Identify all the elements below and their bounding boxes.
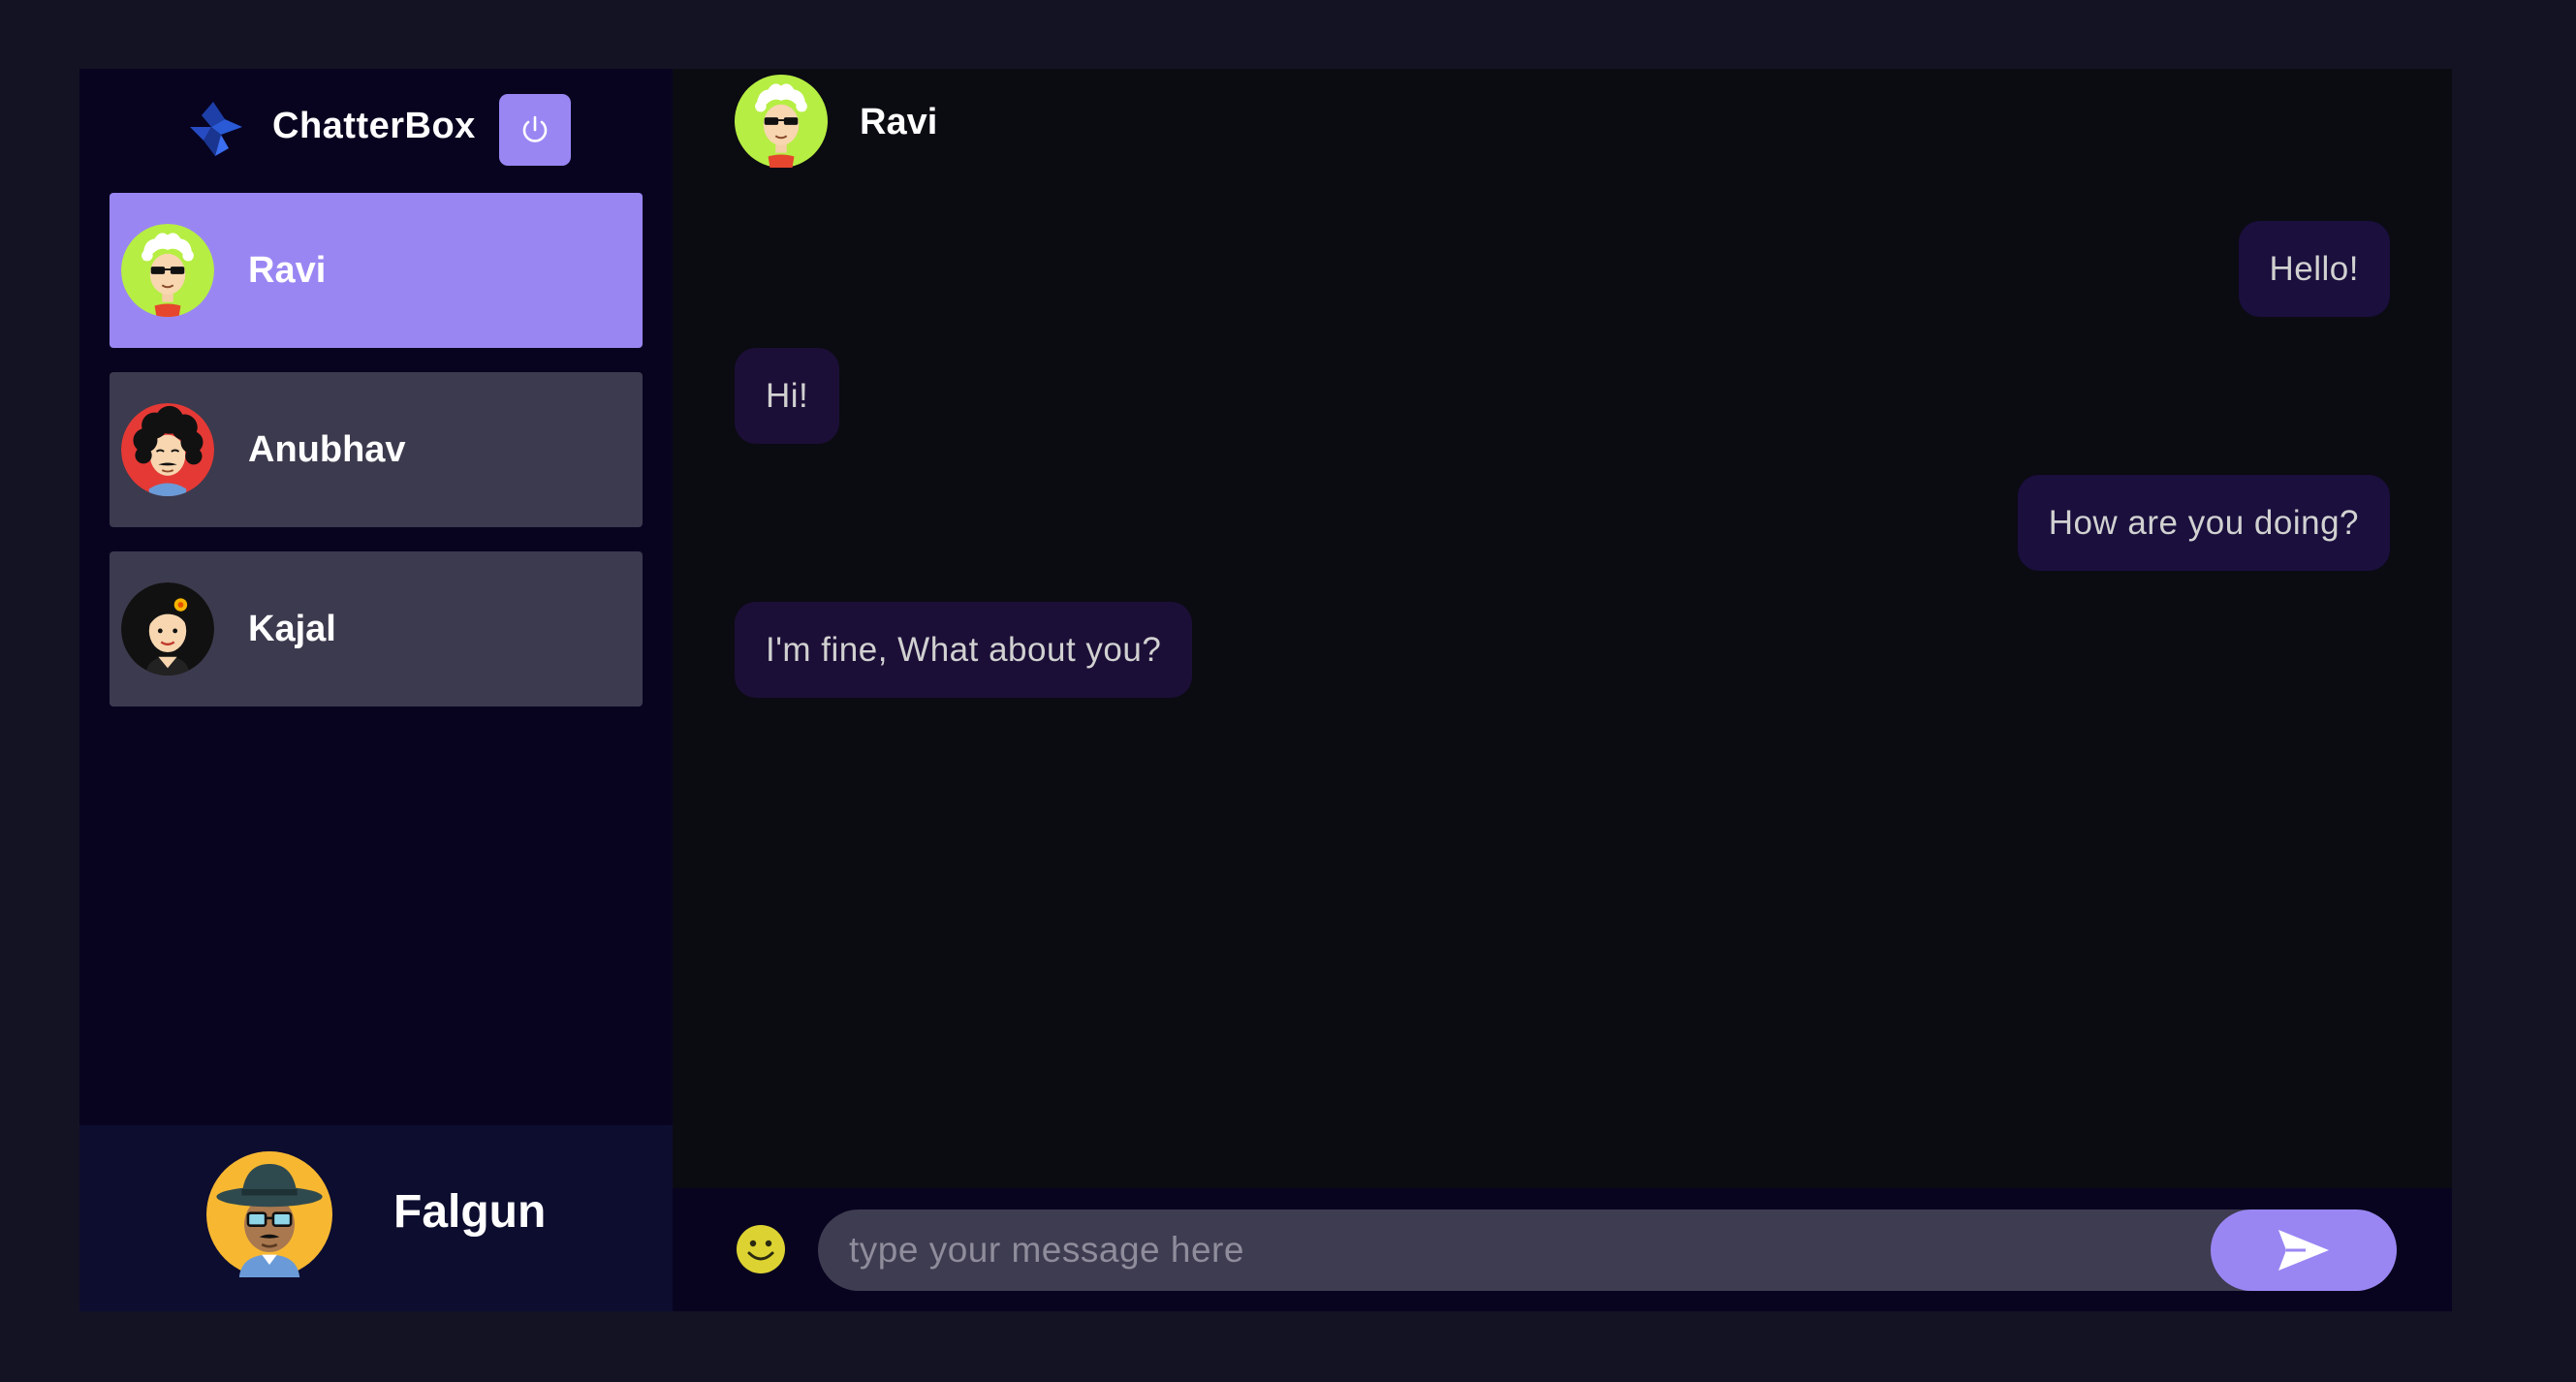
send-button[interactable]: [2211, 1209, 2397, 1291]
message-row: How are you doing?: [735, 475, 2390, 602]
chat-header: Ravi: [673, 69, 2452, 177]
contact-item-kajal[interactable]: Kajal: [110, 551, 643, 707]
message-bubble-sent: Hello!: [2238, 221, 2390, 317]
chat-contact-name: Ravi: [860, 102, 938, 142]
contact-name: Kajal: [248, 608, 336, 649]
avatar: [121, 582, 214, 675]
message-list: Hello! Hi! How are you doing? I'm fine, …: [735, 221, 2390, 729]
app-window: ChatterBox Ravi Anubhav Kajal Falgun Rav…: [79, 69, 2452, 1311]
sidebar: ChatterBox Ravi Anubhav Kajal Falgun: [79, 69, 673, 1311]
diamond-logo-icon: [190, 102, 242, 156]
brand-header: ChatterBox: [79, 69, 673, 191]
app-title: ChatterBox: [272, 106, 476, 146]
chat-panel: Ravi Hello! Hi! How are you doing? I'm f…: [673, 69, 2452, 1311]
message-bubble-sent: How are you doing?: [2017, 475, 2390, 571]
contact-name: Ravi: [248, 249, 327, 291]
avatar: [121, 224, 214, 317]
message-composer: [673, 1188, 2452, 1311]
smiley-icon[interactable]: [735, 1223, 787, 1275]
avatar: [735, 75, 828, 168]
current-user-name: Falgun: [393, 1186, 547, 1238]
power-icon: [522, 115, 548, 142]
current-user-panel: Falgun: [79, 1125, 673, 1311]
message-input[interactable]: [818, 1209, 2214, 1291]
send-icon: [2278, 1230, 2329, 1271]
logout-button[interactable]: [499, 94, 571, 166]
message-row: Hello!: [735, 221, 2390, 348]
message-input-container: [818, 1209, 2397, 1291]
message-bubble-received: Hi!: [735, 348, 840, 444]
avatar: [121, 403, 214, 496]
contact-name: Anubhav: [248, 428, 406, 470]
message-row: I'm fine, What about you?: [735, 602, 2390, 729]
contact-item-ravi[interactable]: Ravi: [110, 193, 643, 348]
message-row: Hi!: [735, 348, 2390, 475]
message-bubble-received: I'm fine, What about you?: [735, 602, 1193, 698]
contact-list: Ravi Anubhav Kajal: [110, 193, 643, 731]
contact-item-anubhav[interactable]: Anubhav: [110, 372, 643, 527]
avatar: [206, 1151, 332, 1277]
